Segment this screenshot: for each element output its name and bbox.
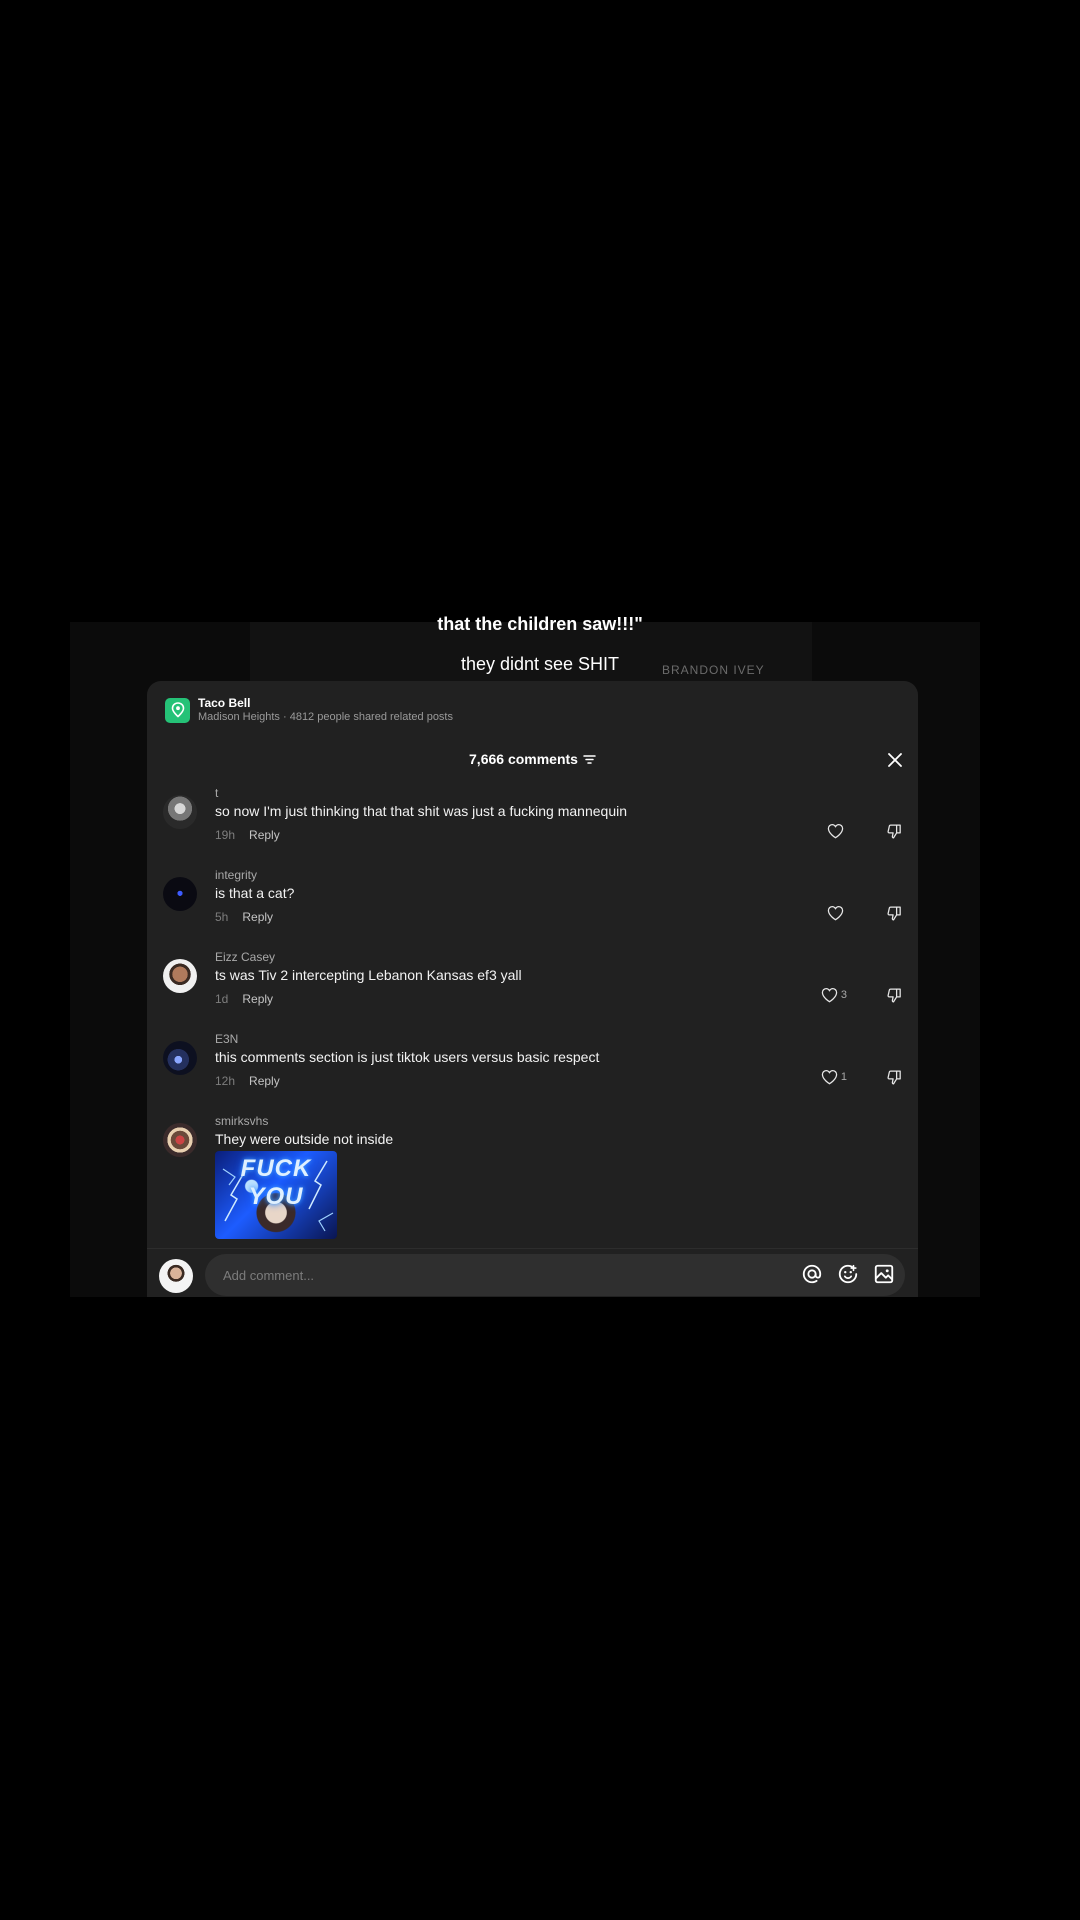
avatar[interactable] [163, 1123, 197, 1157]
thumbs-down-icon [887, 906, 901, 921]
video-watermark: BRANDON IVEY [662, 663, 765, 677]
emoji-sticker-icon[interactable] [837, 1263, 859, 1290]
comment-text: so now I'm just thinking that that shit … [215, 803, 628, 819]
comment-item: E3N this comments section is just tiktok… [163, 1031, 903, 1107]
heart-icon [821, 1069, 838, 1085]
like-count: 1 [840, 1071, 847, 1083]
like-count: 3 [840, 989, 847, 1001]
avatar[interactable] [163, 1041, 197, 1075]
comment-count: 7,666 comments [469, 751, 578, 767]
thumbs-down-icon [887, 824, 901, 839]
comment-time: 19h [215, 828, 236, 842]
comment-item: Eizz Casey ts was Tiv 2 intercepting Leb… [163, 949, 903, 1025]
reply-button[interactable]: Reply [242, 910, 273, 924]
sticker-text: FUCK YOU [240, 1155, 312, 1210]
thumbs-down-icon [887, 988, 901, 1003]
like-button[interactable] [827, 823, 847, 839]
like-button[interactable]: 1 [821, 1069, 847, 1085]
avatar[interactable] [163, 959, 197, 993]
avatar[interactable] [163, 795, 197, 829]
reply-button[interactable]: Reply [249, 1074, 280, 1088]
sort-filter-icon[interactable] [583, 754, 596, 765]
comment-username[interactable]: t [215, 785, 903, 801]
thumbs-down-icon [887, 1070, 901, 1085]
dislike-button[interactable] [886, 823, 903, 845]
comment-text: is that a cat? [215, 885, 295, 901]
heart-icon [827, 823, 844, 839]
comment-time: 1d [215, 992, 229, 1006]
comment-text: ts was Tiv 2 intercepting Lebanon Kansas… [215, 967, 522, 983]
close-icon[interactable] [886, 751, 904, 769]
comment-text: They were outside not inside [215, 1131, 394, 1147]
comment-item: integrity is that a cat? 5h Reply [163, 867, 903, 943]
reply-button[interactable]: Reply [249, 828, 280, 842]
comments-header: 7,666 comments [147, 746, 918, 772]
comment-text: this comments section is just tiktok use… [215, 1049, 600, 1065]
comment-username[interactable]: E3N [215, 1031, 903, 1047]
location-detail: Madison Heights · 4812 people shared rel… [198, 711, 453, 723]
comment-item: smirksvhs They were outside not inside F… [163, 1113, 903, 1245]
comment-username[interactable]: Eizz Casey [215, 949, 903, 965]
location-tag[interactable]: Taco Bell Madison Heights · 4812 people … [165, 695, 453, 725]
image-icon[interactable] [873, 1263, 895, 1290]
comment-username[interactable]: integrity [215, 867, 903, 883]
comment-composer [147, 1248, 918, 1297]
avatar[interactable] [163, 877, 197, 911]
sticker-image[interactable]: FUCK YOU [215, 1151, 337, 1239]
my-avatar[interactable] [159, 1259, 193, 1293]
comments-panel: Taco Bell Madison Heights · 4812 people … [147, 681, 918, 1297]
comment-username[interactable]: smirksvhs [215, 1113, 903, 1129]
location-name: Taco Bell [198, 696, 251, 710]
comment-item: t so now I'm just thinking that that shi… [163, 785, 903, 861]
comment-input-box[interactable] [205, 1254, 905, 1296]
video-caption-bottom: they didnt see SHIT [460, 654, 620, 674]
heart-icon [821, 987, 838, 1003]
video-caption-top: that the children saw!!!" [437, 614, 643, 634]
like-button[interactable] [827, 905, 847, 921]
dislike-button[interactable] [886, 905, 903, 927]
dislike-button[interactable] [886, 987, 903, 1009]
comment-time: 5h [215, 910, 229, 924]
reply-button[interactable]: Reply [242, 992, 273, 1006]
location-pin-icon [165, 697, 190, 723]
like-button[interactable]: 3 [821, 987, 847, 1003]
comment-input[interactable] [221, 1266, 745, 1284]
mention-icon[interactable] [801, 1263, 823, 1290]
comment-time: 12h [215, 1074, 236, 1088]
dislike-button[interactable] [886, 1069, 903, 1091]
heart-icon [827, 905, 844, 921]
